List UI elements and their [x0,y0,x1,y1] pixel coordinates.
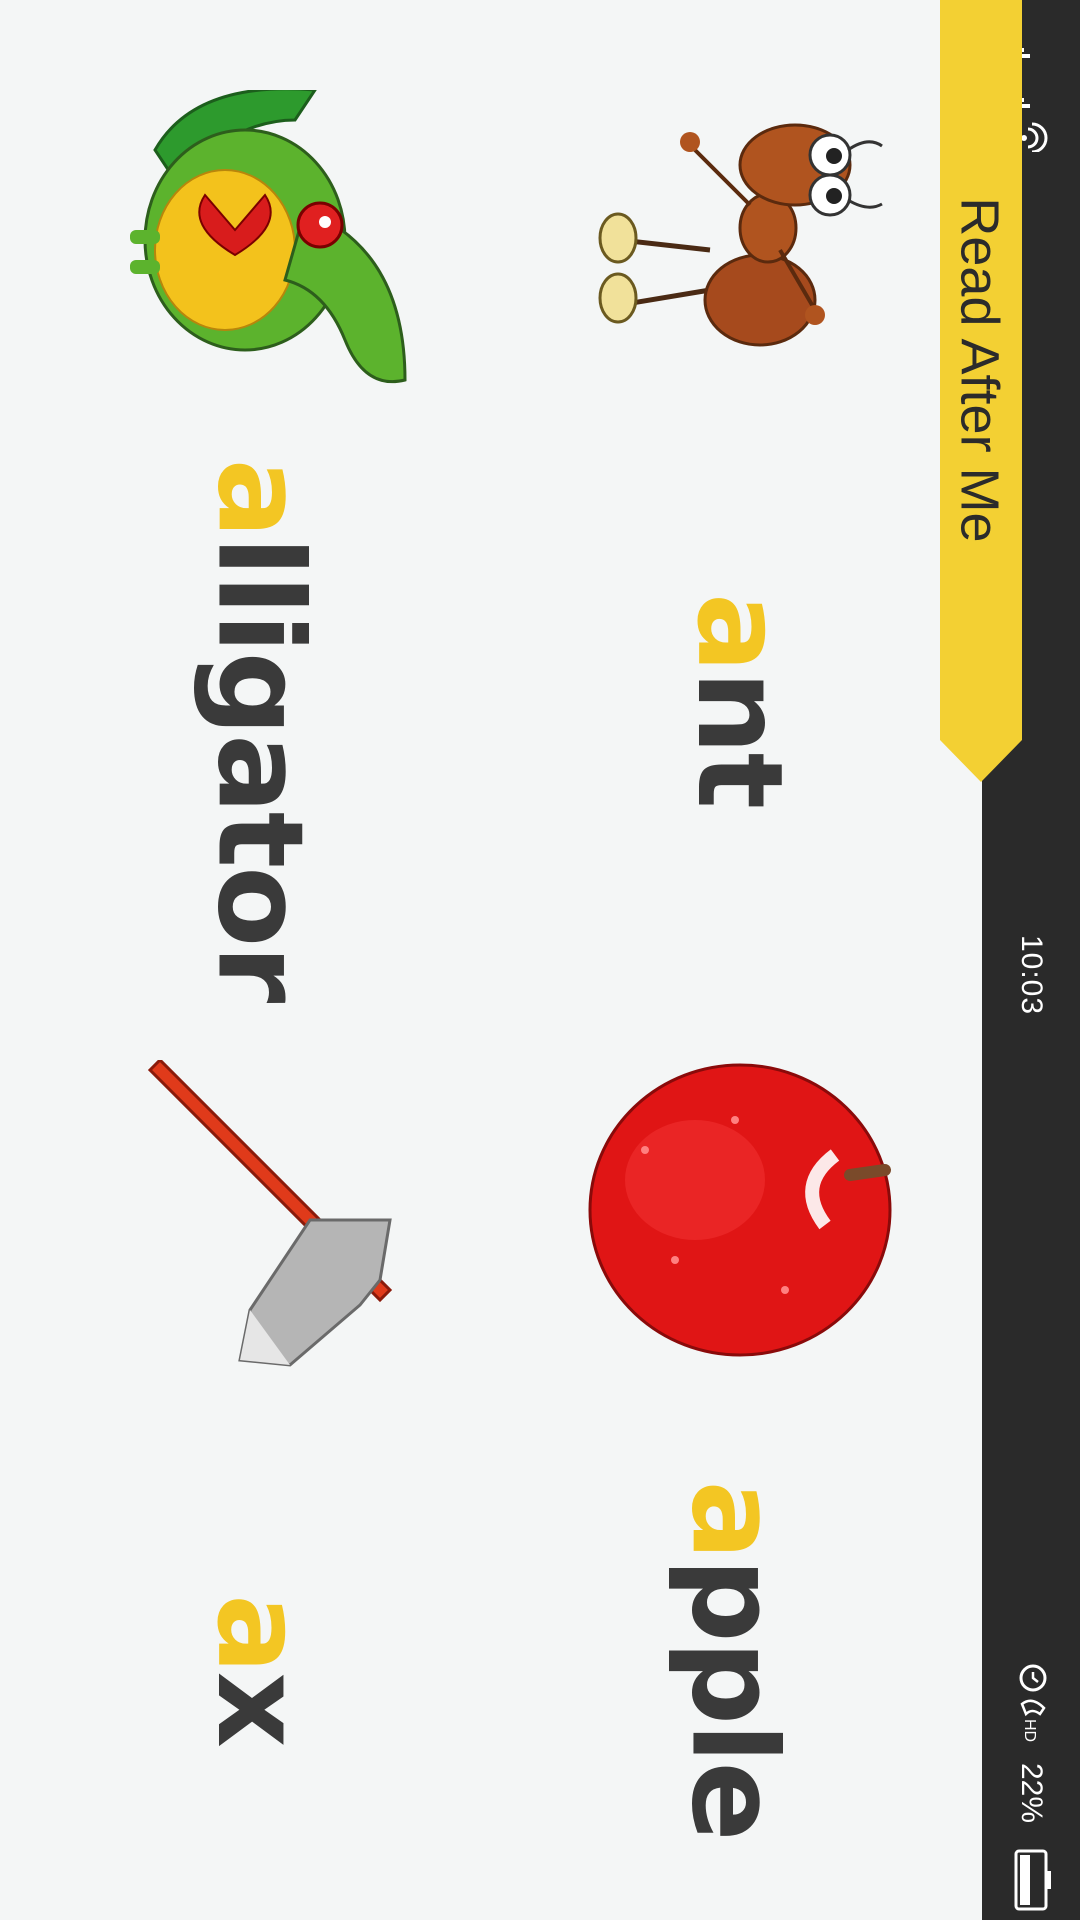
word-rest: pple [666,1558,804,1840]
word-first-letter: a [191,458,329,537]
word-alligator[interactable]: alligator [130,440,390,1020]
word-rest: x [190,1671,329,1746]
battery-percent: 22% [1014,1762,1048,1824]
alarm-icon: HD [1019,1664,1047,1742]
ant-icon [598,123,883,347]
word-rest: lligator [191,536,329,1002]
page-title: Read After Me [950,197,1010,543]
word-first-letter: a [671,592,809,671]
status-time: 10:03 [1014,934,1048,1016]
word-ax[interactable]: ax [150,1570,370,1770]
battery-icon [1014,1849,1051,1911]
word-first-letter: a [666,1480,804,1559]
word-ant[interactable]: ant [620,560,860,840]
word-first-letter: a [190,1594,329,1672]
svg-text:HD: HD [1021,1719,1038,1742]
apple-icon [588,1063,892,1357]
word-apple[interactable]: apple [590,1460,880,1860]
word-rest: nt [671,670,809,808]
ax-icon [147,1060,393,1367]
alligator-icon [130,90,407,384]
hd-call-icon: HD [1020,1699,1046,1742]
